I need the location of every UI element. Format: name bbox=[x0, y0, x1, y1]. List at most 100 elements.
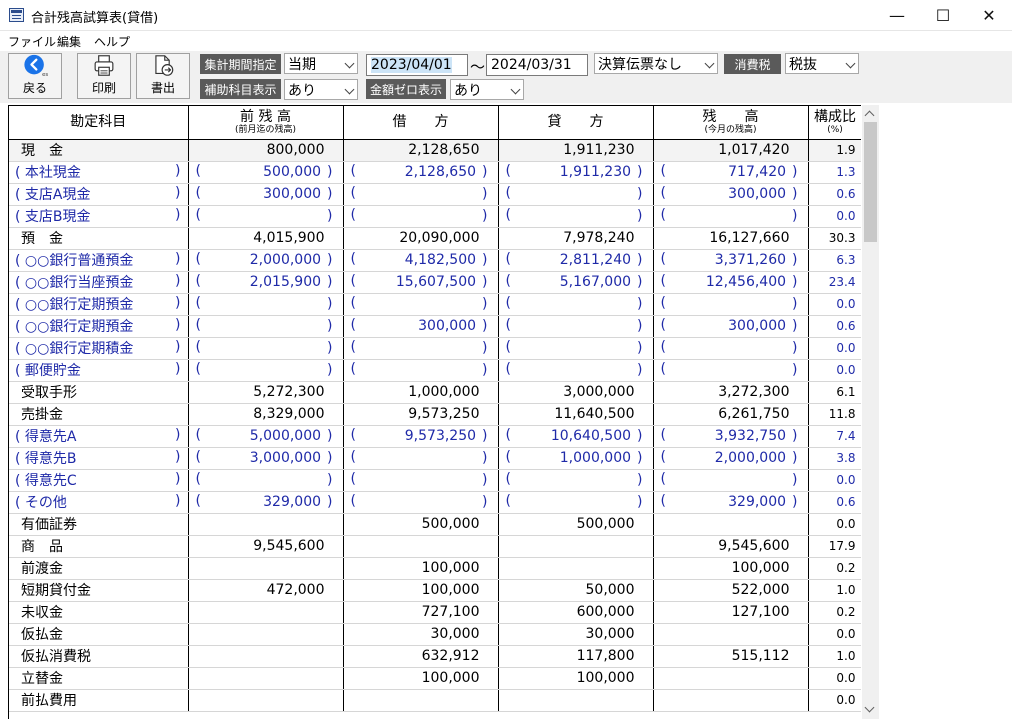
table-row[interactable]: ( ○○銀行定期預金)()()()() 0.0 bbox=[9, 293, 861, 316]
credit-cell bbox=[498, 557, 654, 580]
account-cell: ( ○○銀行普通預金) bbox=[9, 249, 189, 272]
ratio-cell: 6.1 bbox=[808, 381, 861, 404]
col-prev-balance: 前 残 高 (前月迄の残高) bbox=[188, 106, 344, 140]
period-select[interactable]: 当期 bbox=[284, 53, 358, 74]
debit-cell: () bbox=[343, 293, 499, 316]
account-cell: 受取手形 bbox=[9, 381, 189, 404]
ratio-cell: 1.9 bbox=[808, 139, 861, 162]
account-cell: 現 金 bbox=[9, 139, 189, 162]
menu-help[interactable]: ヘルプ bbox=[94, 33, 130, 50]
table-row[interactable]: 商 品 9,545,600 9,545,600 17.9 bbox=[9, 535, 861, 558]
table-row[interactable]: 仮払金 30,000 30,000 0.0 bbox=[9, 623, 861, 646]
close-button[interactable]: ✕ bbox=[966, 0, 1012, 31]
prev-cell: () bbox=[188, 315, 344, 338]
scroll-down-icon[interactable] bbox=[864, 702, 875, 713]
account-cell: 売掛金 bbox=[9, 403, 189, 426]
minimize-button[interactable]: — bbox=[874, 0, 920, 31]
table-row[interactable]: 預 金 4,015,900 20,090,000 7,978,240 16,127,66… bbox=[9, 227, 861, 250]
debit-cell: (4,182,500) bbox=[343, 249, 499, 272]
ratio-cell: 0.2 bbox=[808, 557, 861, 580]
credit-cell: (1,000,000) bbox=[498, 447, 654, 470]
table-row[interactable]: ( 本社現金)(500,000)(2,128,650)(1,911,230)(7… bbox=[9, 161, 861, 184]
close-paren: ) bbox=[175, 470, 181, 487]
scroll-up-icon[interactable] bbox=[864, 110, 875, 121]
table-row[interactable]: 短期貸付金 472,000 100,000 50,000 522,000 1.0 bbox=[9, 579, 861, 602]
debit-cell: (300,000) bbox=[343, 315, 499, 338]
credit-cell: 600,000 bbox=[498, 601, 654, 624]
table-row[interactable]: ( その他)(329,000)()()(329,000) 0.6 bbox=[9, 491, 861, 514]
close-paren: ) bbox=[175, 338, 181, 355]
ratio-cell: 0.2 bbox=[808, 601, 861, 624]
table-row[interactable]: ( ○○銀行普通預金)(2,000,000)(4,182,500)(2,811,… bbox=[9, 249, 861, 272]
debit-cell: () bbox=[343, 183, 499, 206]
sub-display-value: あり bbox=[288, 82, 316, 99]
sub-display-select[interactable]: あり bbox=[284, 79, 358, 100]
window-title: 合計残高試算表(貸借) bbox=[31, 11, 159, 26]
table-row[interactable]: 売掛金 8,329,000 9,573,250 11,640,500 6,261,750… bbox=[9, 403, 861, 426]
prev-cell bbox=[188, 601, 344, 624]
account-cell: 未収金 bbox=[9, 601, 189, 624]
open-paren: ( bbox=[15, 451, 21, 467]
balance-cell: (3,371,260) bbox=[653, 249, 809, 272]
prev-cell bbox=[188, 667, 344, 690]
vertical-scrollbar[interactable] bbox=[862, 105, 879, 719]
ratio-cell: 3.8 bbox=[808, 447, 861, 470]
open-paren: ( bbox=[15, 473, 21, 489]
table-row[interactable]: 未収金 727,100 600,000 127,100 0.2 bbox=[9, 601, 861, 624]
trial-balance-grid[interactable]: 勘定科目 前 残 高 (前月迄の残高) 借 方 貸 方 残 高 (今月の残高) 構成… bbox=[8, 105, 861, 719]
scrollbar-thumb[interactable] bbox=[864, 122, 877, 242]
prev-cell: (500,000) bbox=[188, 161, 344, 184]
table-row[interactable]: 有価証券 500,000 500,000 0.0 bbox=[9, 513, 861, 536]
menu-file[interactable]: ファイル bbox=[8, 33, 56, 50]
table-row[interactable]: ( ○○銀行定期預金)()(300,000)()(300,000) 0.6 bbox=[9, 315, 861, 338]
table-row[interactable]: 立替金 100,000 100,000 0.0 bbox=[9, 667, 861, 690]
table-row[interactable]: 受取手形 5,272,300 1,000,000 3,000,000 3,272,300… bbox=[9, 381, 861, 404]
zero-display-select[interactable]: あり bbox=[450, 79, 524, 100]
table-row[interactable]: ( 支店B現金)()()()() 0.0 bbox=[9, 205, 861, 228]
close-paren: ) bbox=[175, 250, 181, 267]
date-to-input[interactable]: 2024/03/31 bbox=[486, 54, 588, 76]
sub-display-label: 補助科目表示 bbox=[200, 79, 281, 99]
credit-cell: (10,640,500) bbox=[498, 425, 654, 448]
settlement-select[interactable]: 決算伝票なし bbox=[594, 53, 718, 74]
balance-cell: 127,100 bbox=[653, 601, 809, 624]
date-from-input[interactable]: 2023/04/01 bbox=[366, 54, 468, 76]
trial-balance-table: 勘定科目 前 残 高 (前月迄の残高) 借 方 貸 方 残 高 (今月の残高) 構成… bbox=[9, 106, 861, 712]
table-row[interactable]: 前渡金 100,000 100,000 0.2 bbox=[9, 557, 861, 580]
close-paren: ) bbox=[175, 184, 181, 201]
balance-cell: 100,000 bbox=[653, 557, 809, 580]
chevron-down-icon bbox=[704, 58, 715, 69]
account-cell: ( 本社現金) bbox=[9, 161, 189, 184]
menu-edit[interactable]: 編集 bbox=[57, 33, 81, 50]
table-row[interactable]: ( 支店A現金)(300,000)()()(300,000) 0.6 bbox=[9, 183, 861, 206]
back-button[interactable]: esc 戻る bbox=[8, 53, 62, 99]
table-row[interactable]: ( ○○銀行定期積金)()()()() 0.0 bbox=[9, 337, 861, 360]
table-row[interactable]: ( ○○銀行当座預金)(2,015,900)(15,607,500)(5,167… bbox=[9, 271, 861, 294]
account-cell: ( 得意先C) bbox=[9, 469, 189, 492]
table-row[interactable]: ( 郵便貯金)()()()() 0.0 bbox=[9, 359, 861, 382]
account-cell: 立替金 bbox=[9, 667, 189, 690]
table-row[interactable]: 仮払消費税 632,912 117,800 515,112 1.0 bbox=[9, 645, 861, 668]
col-debit: 借 方 bbox=[343, 106, 499, 140]
tax-select[interactable]: 税抜 bbox=[785, 53, 859, 74]
maximize-button[interactable]: ☐ bbox=[920, 0, 966, 31]
account-cell: ( ○○銀行定期預金) bbox=[9, 293, 189, 316]
header-row: 勘定科目 前 残 高 (前月迄の残高) 借 方 貸 方 残 高 (今月の残高) 構成… bbox=[9, 106, 861, 140]
account-cell: 前払費用 bbox=[9, 689, 189, 712]
export-button[interactable]: 書出 bbox=[136, 53, 190, 99]
back-label: 戻る bbox=[22, 81, 47, 95]
prev-cell: 800,000 bbox=[188, 139, 344, 162]
debit-cell: (2,128,650) bbox=[343, 161, 499, 184]
print-button[interactable]: 印刷 bbox=[77, 53, 131, 99]
table-row[interactable]: ( 得意先B)(3,000,000)()(1,000,000)(2,000,00… bbox=[9, 447, 861, 470]
account-cell: ( ○○銀行定期預金) bbox=[9, 315, 189, 338]
credit-cell: 11,640,500 bbox=[498, 403, 654, 426]
table-row[interactable]: ( 得意先A)(5,000,000)(9,573,250)(10,640,500… bbox=[9, 425, 861, 448]
table-row[interactable]: 現 金 800,000 2,128,650 1,911,230 1,017,420 1.9 bbox=[9, 139, 861, 162]
credit-cell: 500,000 bbox=[498, 513, 654, 536]
table-row[interactable]: 前払費用 0.0 bbox=[9, 689, 861, 712]
table-row[interactable]: ( 得意先C)()()()() 0.0 bbox=[9, 469, 861, 492]
balance-cell: () bbox=[653, 359, 809, 382]
ratio-cell: 7.4 bbox=[808, 425, 861, 448]
prev-cell: (5,000,000) bbox=[188, 425, 344, 448]
